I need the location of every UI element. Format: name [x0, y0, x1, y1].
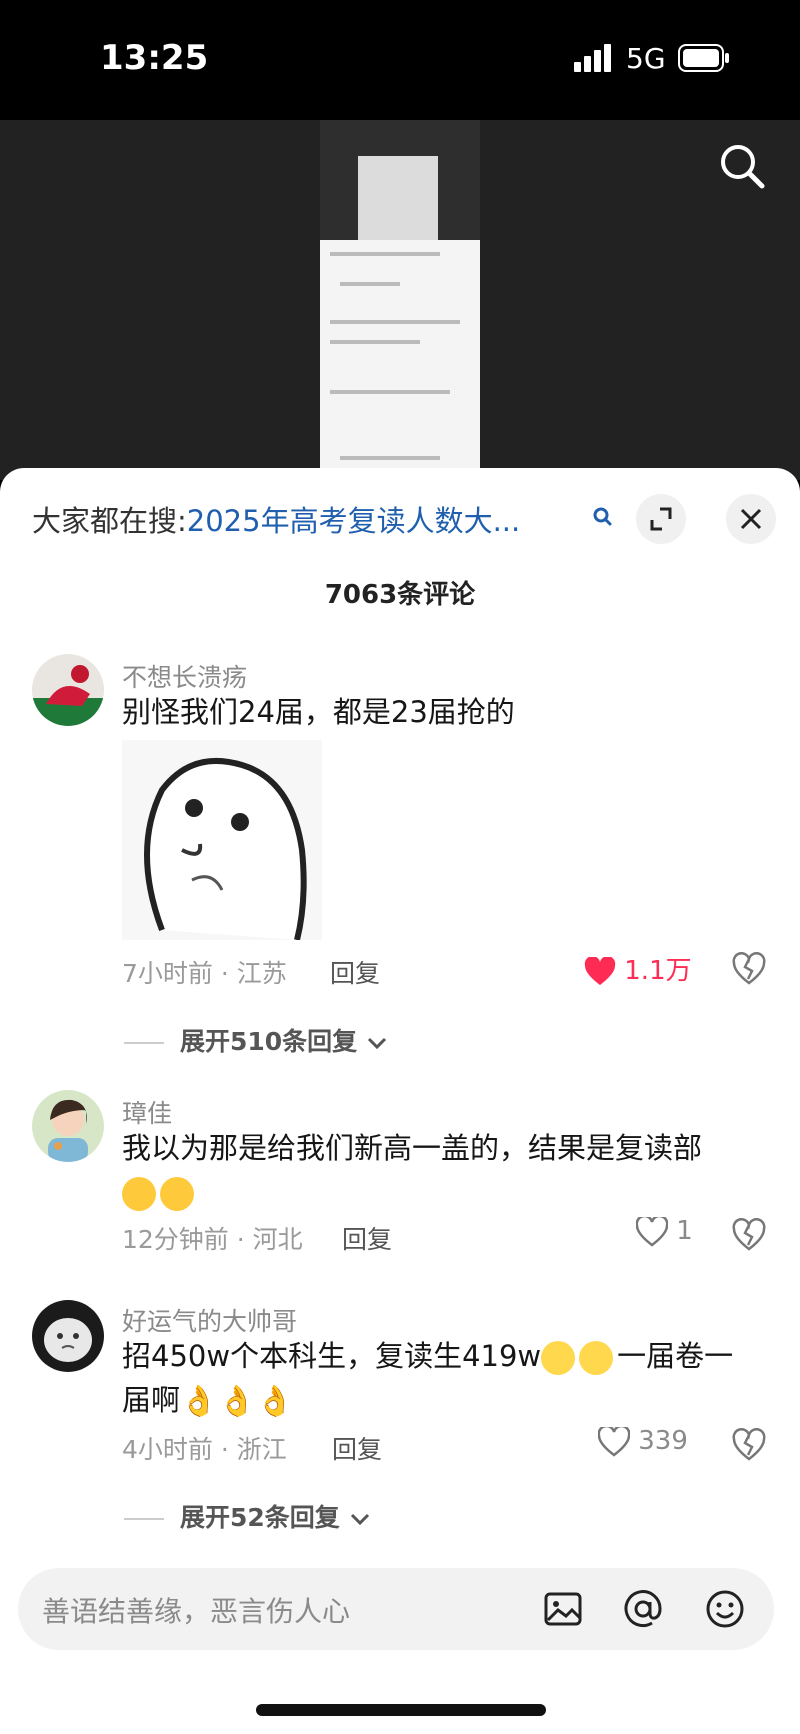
dislike-icon[interactable] [732, 952, 766, 986]
reply-button[interactable]: 回复 [342, 1220, 392, 1256]
comment-username[interactable]: 不想长溃疡 [122, 658, 247, 694]
video-background[interactable] [0, 120, 800, 480]
ok-hand-emoji-icon: 👌 [256, 1384, 294, 1419]
status-bar: 13:25 5G [0, 0, 800, 120]
expand-replies-label: 展开52条回复 [180, 1503, 340, 1532]
heart-filled-icon [584, 955, 616, 985]
mention-icon[interactable] [622, 1588, 664, 1630]
dislike-icon[interactable] [732, 1428, 766, 1462]
video-thumbnail [320, 120, 480, 480]
dizzy-emoji-icon [579, 1341, 614, 1375]
expand-replies[interactable]: 展开52条回复 [124, 1498, 371, 1534]
comment-text: 别怪我们24届，都是23届抢的 [122, 695, 515, 729]
status-time: 13:25 [100, 38, 209, 78]
chevron-down-icon [367, 1037, 386, 1050]
ok-hand-emoji-icon: 👌 [218, 1384, 256, 1419]
comment-text: 我以为那是给我们新高一盖的，结果是复读部 [122, 1126, 702, 1214]
comment-time-location: 7小时前 · 江苏 [122, 959, 287, 988]
thumbnail-card [358, 156, 438, 242]
comment-panel: 大家都在搜:2025年高考复读人数大... 7063条评论 不想长溃疡 别怪我们… [0, 468, 800, 1734]
comment-time-location: 4小时前 · 浙江 [122, 1435, 287, 1464]
avatar[interactable] [32, 654, 104, 726]
divider-dash [124, 1042, 164, 1044]
comment-username[interactable]: 好运气的大帅哥 [122, 1302, 297, 1338]
comment-time-location: 12分钟前 · 河北 [122, 1225, 303, 1254]
like-button[interactable]: 339 [597, 1424, 688, 1457]
comment-count: 7063条评论 [324, 580, 476, 610]
comment-username[interactable]: 璋佳 [122, 1094, 172, 1130]
heart-outline-icon [635, 1214, 669, 1247]
close-icon [740, 508, 762, 530]
hot-search-icon[interactable] [590, 504, 616, 530]
divider-dash [124, 1518, 164, 1520]
comment-text-line1-end: 一届卷一 [617, 1339, 734, 1373]
hot-search-prefix: 大家都在搜: [32, 504, 187, 538]
laugh-cry-emoji-icon [122, 1177, 156, 1211]
comment-text-line1: 招450w个本科生，复读生419w [122, 1339, 542, 1373]
like-button[interactable]: 1 [635, 1214, 693, 1247]
comment-text-content: 我以为那是给我们新高一盖的，结果是复读部 [122, 1131, 703, 1165]
avatar[interactable] [32, 1300, 104, 1372]
dizzy-emoji-icon [541, 1341, 576, 1375]
signal-icon [574, 44, 611, 72]
comment-input[interactable]: 善语结善缘，恶言伤人心 [18, 1568, 774, 1650]
search-icon[interactable] [714, 138, 774, 198]
home-indicator [256, 1704, 546, 1716]
like-count: 1.1万 [624, 956, 692, 986]
sticker-image[interactable] [122, 740, 322, 941]
reply-button[interactable]: 回复 [330, 954, 380, 990]
laugh-cry-emoji-icon [160, 1177, 194, 1211]
avatar[interactable] [32, 1090, 104, 1162]
thumbnail-comment-sheet [320, 240, 480, 480]
expand-button[interactable] [636, 494, 686, 544]
reply-button[interactable]: 回复 [332, 1430, 382, 1466]
expand-replies-label: 展开510条回复 [180, 1027, 358, 1056]
emoji-icon[interactable] [704, 1588, 746, 1630]
hot-search-query[interactable]: 2025年高考复读人数大... [187, 504, 520, 538]
ok-hand-emoji-icon: 👌 [180, 1384, 218, 1419]
close-button[interactable] [726, 494, 776, 544]
like-count: 339 [638, 1426, 688, 1456]
comment-text-line2: 届啊 [122, 1383, 181, 1417]
like-button[interactable]: 1.1万 [584, 950, 692, 987]
comment-text: 招450w个本科生，复读生419w 一届卷一 届啊👌👌👌 [122, 1334, 733, 1422]
battery-icon [678, 44, 729, 72]
expand-icon [650, 507, 672, 531]
like-count: 1 [676, 1216, 693, 1246]
hot-search-bar[interactable]: 大家都在搜:2025年高考复读人数大... [32, 498, 520, 540]
image-icon[interactable] [542, 1588, 584, 1630]
expand-replies[interactable]: 展开510条回复 [124, 1022, 388, 1058]
chevron-down-icon [350, 1513, 369, 1526]
heart-outline-icon [597, 1424, 631, 1457]
network-type: 5G [626, 42, 666, 75]
dislike-icon[interactable] [732, 1218, 766, 1252]
comment-input-placeholder: 善语结善缘，恶言伤人心 [42, 1595, 351, 1628]
